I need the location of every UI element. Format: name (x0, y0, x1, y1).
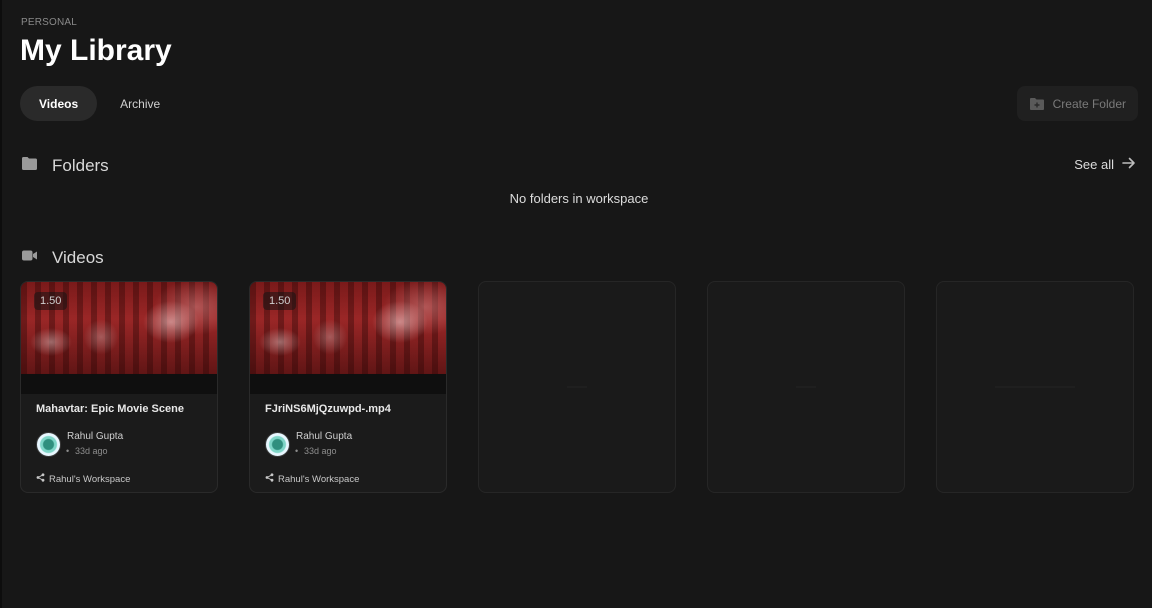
video-card[interactable]: 1.50 FJriNS6MjQzuwpd-.mp4 Rahul Gupta 33… (249, 281, 447, 493)
video-card[interactable]: 1.50 Mahavtar: Epic Movie Scene Rahul Gu… (20, 281, 218, 493)
share-icon (36, 473, 45, 485)
tab-archive[interactable]: Archive (101, 86, 179, 121)
left-edge-divider (0, 0, 2, 608)
create-folder-label: Create Folder (1052, 96, 1126, 111)
avatar (265, 432, 290, 457)
page-title: My Library (20, 34, 172, 67)
playback-speed-badge: 1.50 (34, 292, 68, 310)
video-thumbnail[interactable]: 1.50 (250, 282, 446, 394)
video-camera-icon (21, 249, 38, 267)
folder-icon (21, 156, 38, 176)
see-all-label: See all (1074, 157, 1114, 172)
video-title[interactable]: Mahavtar: Epic Movie Scene (36, 403, 184, 415)
videos-section-header: Videos (21, 248, 104, 268)
workspace-name: Rahul's Workspace (49, 473, 131, 485)
folders-heading: Folders (52, 156, 109, 175)
author-name: Rahul Gupta (296, 431, 353, 442)
video-card-loading-placeholder (936, 281, 1134, 493)
create-folder-button[interactable]: Create Folder (1016, 86, 1138, 121)
video-title[interactable]: FJriNS6MjQzuwpd-.mp4 (265, 403, 391, 415)
workspace-tag: Rahul's Workspace (36, 473, 130, 485)
playback-speed-badge: 1.50 (263, 292, 297, 310)
workspace-tag: Rahul's Workspace (265, 473, 359, 485)
video-thumbnail[interactable]: 1.50 (21, 282, 217, 394)
timestamp: 33d ago (66, 446, 107, 456)
video-card-loading-placeholder (478, 281, 676, 493)
loading-mark (567, 386, 587, 388)
timestamp: 33d ago (295, 446, 336, 456)
videos-heading: Videos (52, 248, 104, 267)
see-all-link[interactable]: See all (1074, 157, 1136, 172)
workspace-name: Rahul's Workspace (278, 473, 360, 485)
tab-videos[interactable]: Videos (20, 86, 98, 121)
workspace-label: PERSONAL (21, 17, 78, 28)
video-grid: 1.50 Mahavtar: Epic Movie Scene Rahul Gu… (20, 281, 1134, 493)
thumbnail-bar (21, 374, 217, 394)
share-icon (265, 473, 274, 485)
arrow-right-icon (1122, 157, 1136, 172)
library-tabs: Videos Archive (20, 86, 179, 121)
avatar (36, 432, 61, 457)
folders-empty-message: No folders in workspace (509, 191, 649, 206)
thumbnail-bar (250, 374, 446, 394)
loading-mark (995, 386, 1075, 388)
folders-section-header: Folders (21, 156, 109, 176)
author-name: Rahul Gupta (67, 431, 124, 442)
loading-mark (796, 386, 816, 388)
video-card-loading-placeholder (707, 281, 905, 493)
folder-plus-icon (1029, 97, 1045, 111)
